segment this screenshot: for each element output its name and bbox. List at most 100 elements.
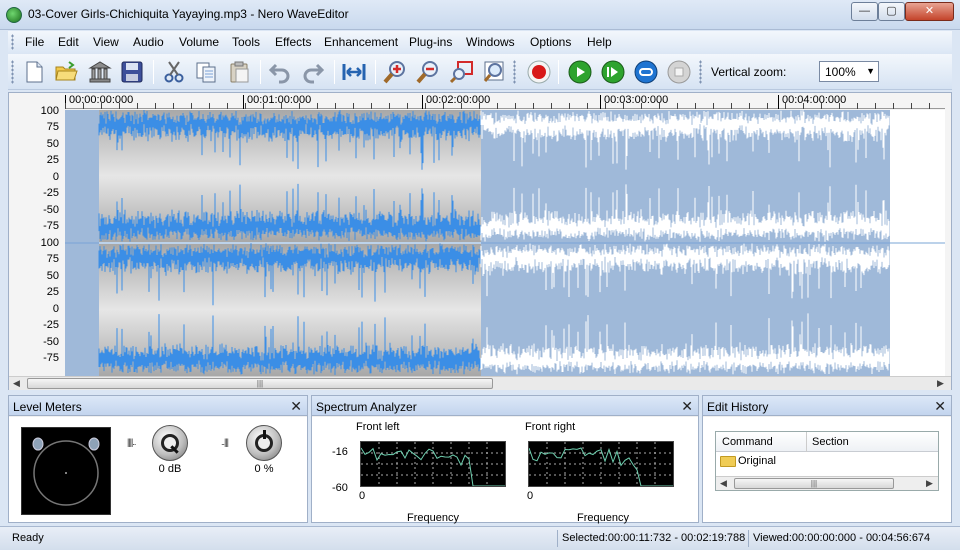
panel-title: Edit History (707, 400, 769, 414)
edit-history-table: Command Section Original ◀ ||| ▶ (715, 431, 939, 491)
y-axis-label: -25 (43, 319, 59, 331)
y-axis-label: 0 (52, 171, 59, 183)
panel-title: Spectrum Analyzer (316, 400, 417, 414)
toolbar: Vertical zoom: 100% ▼ (8, 54, 952, 90)
close-icon[interactable]: ✕ (934, 398, 946, 415)
menu-windows[interactable]: Windows (466, 35, 515, 49)
menu-tools[interactable]: Tools (232, 35, 260, 49)
menu-edit[interactable]: Edit (58, 35, 79, 49)
ruler-label: 00:02:00:000 (426, 94, 491, 106)
paste-icon[interactable] (226, 59, 252, 85)
ruler-minor-tick (191, 103, 192, 109)
column-command[interactable]: Command (722, 436, 773, 448)
y-axis-label: -25 (43, 187, 59, 199)
time-ruler[interactable]: 00:00:00:000 00:01:00:000 00:02:00:000 0… (65, 93, 945, 109)
new-file-icon[interactable] (21, 59, 47, 85)
table-header: Command Section (716, 432, 938, 452)
status-selected: Selected:00:00:11:732 - 00:02:19:788 (562, 532, 746, 544)
ruler-major-tick (243, 95, 244, 109)
ruler-minor-tick (803, 103, 804, 109)
stop-icon[interactable] (666, 59, 692, 85)
ruler-minor-tick (893, 103, 894, 109)
ruler-minor-tick (587, 103, 588, 109)
waveform-canvas[interactable] (65, 110, 945, 376)
close-button[interactable]: ✕ (905, 2, 954, 21)
ruler-minor-tick (155, 103, 156, 109)
ruler-minor-tick (677, 103, 678, 109)
library-icon[interactable] (87, 59, 113, 85)
redo-icon[interactable] (300, 59, 326, 85)
balance-bars-icon: ..||| (221, 437, 229, 447)
y-axis-label: -75 (43, 352, 59, 364)
close-icon[interactable]: ✕ (290, 398, 302, 415)
scroll-right-icon[interactable]: ▶ (937, 378, 944, 389)
column-section[interactable]: Section (812, 436, 849, 448)
record-icon[interactable] (526, 59, 552, 85)
gain-knob[interactable] (152, 425, 188, 461)
scroll-left-icon[interactable]: ◀ (13, 378, 20, 389)
menu-audio[interactable]: Audio (133, 35, 164, 49)
vertical-zoom-select[interactable]: 100% ▼ (819, 61, 879, 82)
zoom-find-icon[interactable] (481, 59, 507, 85)
ruler-minor-tick (371, 103, 372, 109)
ruler-minor-tick (245, 103, 246, 109)
ruler-minor-tick (353, 103, 354, 109)
menu-grip[interactable] (11, 34, 14, 50)
ruler-minor-tick (605, 103, 606, 109)
close-icon[interactable]: ✕ (681, 398, 693, 415)
ruler-minor-tick (713, 103, 714, 109)
menu-help[interactable]: Help (587, 35, 612, 49)
toolbar-grip[interactable] (11, 60, 14, 84)
zoom-selection-icon[interactable] (449, 59, 475, 85)
minimize-button[interactable]: — (851, 2, 878, 21)
spectrum-x-label: Frequency (407, 512, 459, 524)
toolbar-grip[interactable] (513, 60, 516, 84)
zoom-in-icon[interactable] (382, 59, 408, 85)
play-from-cursor-icon[interactable] (600, 59, 626, 85)
menu-view[interactable]: View (93, 35, 119, 49)
copy-icon[interactable] (193, 59, 219, 85)
menu-options[interactable]: Options (530, 35, 571, 49)
undo-icon[interactable] (267, 59, 293, 85)
scrollbar-thumb[interactable]: ||| (734, 478, 894, 489)
save-icon[interactable] (119, 59, 145, 85)
balance-knob[interactable] (246, 425, 282, 461)
cut-icon[interactable] (161, 59, 187, 85)
scroll-right-icon[interactable]: ▶ (926, 478, 933, 489)
toolbar-grip[interactable] (699, 60, 702, 84)
ruler-major-tick (600, 95, 601, 109)
vertical-zoom-label: Vertical zoom: (711, 65, 787, 79)
zoom-fit-icon[interactable] (341, 59, 367, 85)
table-row[interactable]: Original (720, 455, 776, 467)
ruler-minor-tick (299, 103, 300, 109)
play-icon[interactable] (567, 59, 593, 85)
column-divider[interactable] (806, 432, 807, 452)
open-folder-icon[interactable] (53, 59, 79, 85)
zoom-out-icon[interactable] (415, 59, 441, 85)
status-text: Ready (12, 532, 44, 544)
app-icon (6, 7, 22, 23)
ruler-minor-tick (497, 103, 498, 109)
level-meters-panel: Level Meters ✕ ||||.. 0 dB ..||| 0 % (8, 395, 308, 523)
menu-effects[interactable]: Effects (275, 35, 311, 49)
ruler-minor-tick (695, 103, 696, 109)
menu-enhancement[interactable]: Enhancement (324, 35, 398, 49)
menu-plugins[interactable]: Plug-ins (409, 35, 452, 49)
toolbar-separator (153, 60, 154, 84)
ruler-minor-tick (119, 103, 120, 109)
horizontal-scrollbar[interactable]: ◀ ||| ▶ (9, 376, 951, 390)
menu-volume[interactable]: Volume (179, 35, 219, 49)
scroll-left-icon[interactable]: ◀ (720, 478, 727, 489)
menu-file[interactable]: File (25, 35, 44, 49)
maximize-button[interactable]: ▢ (878, 2, 905, 21)
history-scrollbar[interactable]: ◀ ||| ▶ (716, 476, 938, 490)
panel-body: Front left -16 -60 0 Frequency Front rig… (312, 417, 698, 524)
loop-icon[interactable] (633, 59, 659, 85)
ruler-major-tick (778, 95, 779, 109)
scrollbar-thumb[interactable]: ||| (27, 378, 493, 389)
ruler-minor-tick (767, 103, 768, 109)
spectrum-left-graph (360, 441, 506, 487)
level-bars-icon: ||||.. (127, 437, 136, 447)
ruler-minor-tick (623, 103, 624, 109)
status-divider (557, 530, 558, 547)
